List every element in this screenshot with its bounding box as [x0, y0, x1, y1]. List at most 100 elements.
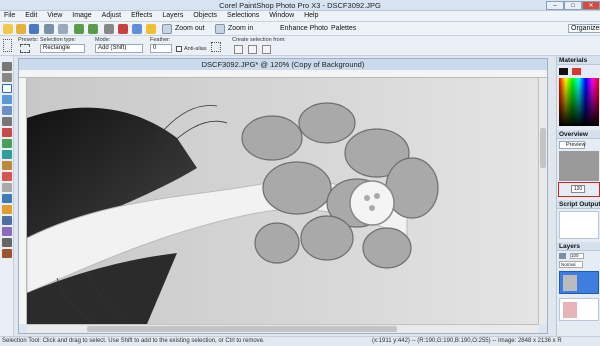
close-button[interactable]: ✕: [582, 1, 600, 10]
menu-image[interactable]: Image: [68, 11, 95, 19]
layer-background[interactable]: [559, 298, 599, 321]
presets-dropdown[interactable]: [20, 44, 30, 53]
image-canvas[interactable]: [27, 78, 539, 324]
open-folder-icon[interactable]: [16, 24, 26, 34]
shape-tool-icon[interactable]: [2, 227, 12, 236]
title-bar: Corel PaintShop Photo Pro X3 - DSCF3092.…: [0, 0, 600, 11]
maximize-button[interactable]: □: [564, 1, 582, 10]
overview-header: Overview: [557, 130, 600, 139]
selection-type-dropdown[interactable]: Rectangle: [40, 44, 85, 53]
red-eye-icon[interactable]: [118, 24, 128, 34]
crop-tool-icon[interactable]: [2, 117, 12, 126]
save-icon[interactable]: [29, 24, 39, 34]
clone-tool-icon[interactable]: [2, 150, 12, 159]
script-output-header: Script Output: [557, 200, 600, 209]
menu-bar: File Edit View Image Adjust Effects Laye…: [0, 11, 600, 22]
layers-icon[interactable]: [132, 24, 142, 34]
new-file-icon[interactable]: [3, 24, 13, 34]
mode-dropdown[interactable]: Add (Shift): [95, 44, 143, 53]
menu-help[interactable]: Help: [300, 11, 322, 19]
color-spectrum[interactable]: [559, 78, 599, 126]
mode-label: Mode:: [95, 37, 111, 43]
dropper-tool-icon[interactable]: [2, 95, 12, 104]
menu-layers[interactable]: Layers: [158, 11, 187, 19]
red-eye-tool-icon[interactable]: [2, 128, 12, 137]
menu-edit[interactable]: Edit: [21, 11, 41, 19]
airbrush-tool-icon[interactable]: [2, 172, 12, 181]
crop-icon[interactable]: [104, 24, 114, 34]
vertical-scroll-thumb[interactable]: [540, 128, 546, 168]
from-layer-icon[interactable]: [234, 45, 243, 54]
menu-file[interactable]: File: [0, 11, 19, 19]
brush-tool-icon[interactable]: [2, 161, 12, 170]
selection-tool-icon[interactable]: [2, 84, 12, 93]
dodge-tool-icon[interactable]: [2, 194, 12, 203]
selection-tool-icon: [3, 39, 12, 52]
zoom-in-button[interactable]: Zoom in: [228, 25, 253, 32]
window-title: Corel PaintShop Photo Pro X3 - DSCF3092.…: [219, 1, 381, 10]
foreground-color-swatch[interactable]: [559, 68, 568, 75]
vertical-scrollbar[interactable]: [538, 78, 547, 324]
photo-image: [27, 78, 539, 324]
layer-thumbnail: [563, 275, 577, 291]
tools-toolbar: [0, 56, 14, 336]
undo-icon[interactable]: [74, 24, 84, 34]
minimize-button[interactable]: –: [546, 1, 564, 10]
menu-window[interactable]: Window: [265, 11, 298, 19]
create-selection-label: Create selection from:: [232, 37, 286, 43]
fill-tool-icon[interactable]: [2, 205, 12, 214]
zoom-in-icon[interactable]: [215, 24, 225, 34]
select-none-icon[interactable]: [211, 42, 221, 52]
layer-thumbnail: [563, 302, 577, 318]
zoom-level-input[interactable]: 120: [571, 185, 585, 193]
from-mask-icon[interactable]: [262, 45, 271, 54]
menu-effects[interactable]: Effects: [127, 11, 156, 19]
zoom-out-icon[interactable]: [162, 24, 172, 34]
main-toolbar: Zoom out Zoom in Enhance Photo Palettes …: [0, 22, 600, 36]
zoom-tool-icon[interactable]: [2, 73, 12, 82]
menu-selections[interactable]: Selections: [223, 11, 263, 19]
antialias-label: Anti-alias: [184, 46, 207, 52]
layer-copy-of-background[interactable]: [559, 271, 599, 294]
pan-tool-icon[interactable]: [2, 62, 12, 71]
palettes-button[interactable]: Palettes: [331, 25, 356, 32]
organizer-button[interactable]: Organizer: [568, 24, 600, 33]
horizontal-ruler: [19, 70, 547, 78]
warp-tool-icon[interactable]: [2, 249, 12, 258]
status-hint: Selection Tool: Click and drag to select…: [2, 338, 265, 344]
move-tool-icon[interactable]: [2, 106, 12, 115]
horizontal-scrollbar[interactable]: [27, 324, 539, 333]
zoom-out-button[interactable]: Zoom out: [175, 25, 205, 32]
info-icon[interactable]: [146, 24, 156, 34]
zoom-highlight-box: 120: [558, 182, 600, 197]
pen-tool-icon[interactable]: [2, 238, 12, 247]
layers-header: Layers: [557, 242, 600, 251]
presets-label: Presets:: [18, 37, 39, 43]
overview-thumbnail: [559, 151, 599, 181]
antialias-checkbox[interactable]: [176, 46, 182, 52]
preview-tab[interactable]: Preview: [559, 141, 586, 149]
horizontal-scroll-thumb[interactable]: [87, 326, 397, 332]
blend-mode-dropdown[interactable]: Normal: [559, 261, 583, 268]
eraser-tool-icon[interactable]: [2, 183, 12, 192]
print-icon[interactable]: [44, 24, 54, 34]
menu-view[interactable]: View: [43, 11, 66, 19]
menu-objects[interactable]: Objects: [189, 11, 221, 19]
feather-input[interactable]: 0: [150, 44, 172, 53]
menu-adjust[interactable]: Adjust: [98, 11, 125, 19]
from-opaque-icon[interactable]: [248, 45, 257, 54]
new-layer-icon[interactable]: [559, 253, 566, 259]
script-output-area: [559, 211, 599, 239]
scan-icon[interactable]: [58, 24, 68, 34]
document-window: DSCF3092.JPG* @ 120% (Copy of Background…: [18, 58, 548, 334]
opacity-field[interactable]: 100: [570, 253, 584, 259]
makeover-tool-icon[interactable]: [2, 139, 12, 148]
enhance-photo-button[interactable]: Enhance Photo: [280, 25, 328, 32]
document-title: DSCF3092.JPG* @ 120% (Copy of Background…: [19, 59, 547, 70]
status-bar: Selection Tool: Click and drag to select…: [0, 336, 600, 346]
text-tool-icon[interactable]: [2, 216, 12, 225]
materials-header: Materials: [557, 56, 600, 65]
materials-tab-icon[interactable]: [572, 68, 581, 75]
redo-icon[interactable]: [88, 24, 98, 34]
feather-label: Feather:: [150, 37, 171, 43]
